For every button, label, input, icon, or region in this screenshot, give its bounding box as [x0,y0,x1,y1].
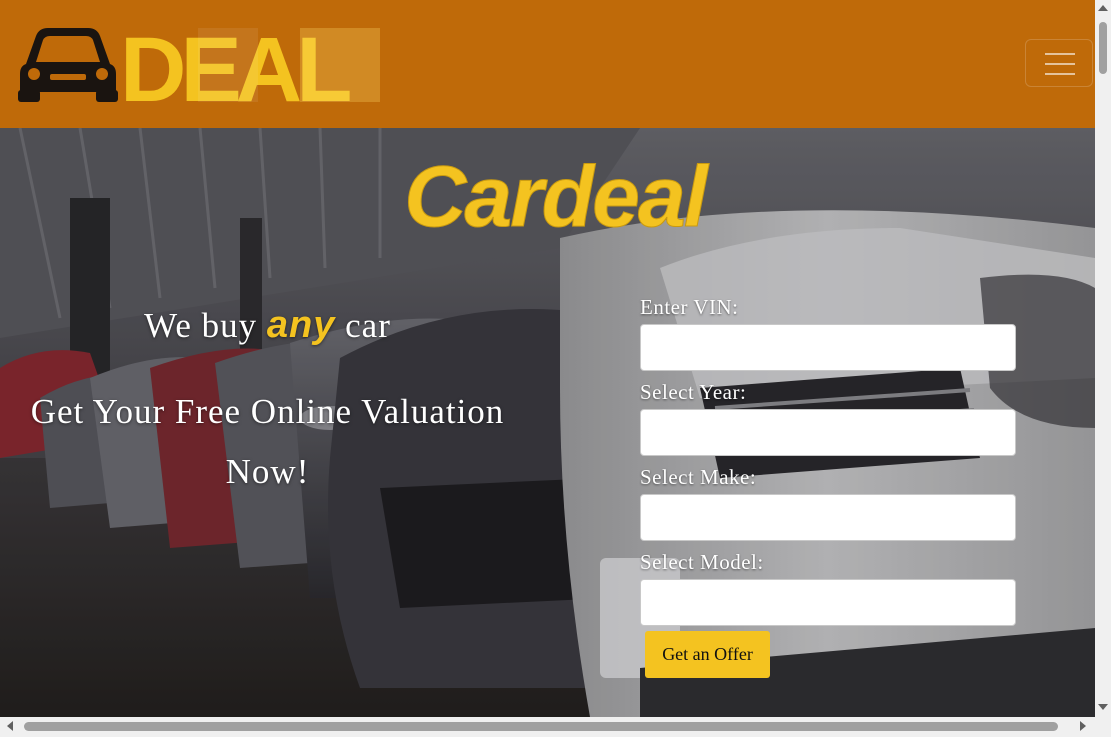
vin-input[interactable] [640,324,1016,371]
valuation-line-2: Now! [225,452,310,491]
horizontal-scrollbar[interactable] [0,717,1111,737]
get-offer-button[interactable]: Get an Offer [645,631,770,678]
site-logo[interactable]: DEAL [12,24,392,104]
hero-section: Cardeal We buy any car Get Your Free Onl… [0,128,1095,717]
tagline: We buy any car [0,304,535,347]
tagline-highlight: any [266,304,336,346]
page-viewport: DEAL Cardeal We buy any car Get Your Fre… [0,0,1095,717]
year-input[interactable] [640,409,1016,456]
vertical-scrollbar-thumb[interactable] [1099,22,1107,74]
horizontal-scrollbar-thumb[interactable] [24,722,1058,731]
valuation-line-1: Get Your Free Online Valuation [30,392,505,431]
navbar: DEAL [0,0,1095,128]
logo-wordmark: DEAL [120,24,380,104]
make-label: Select Make: [640,465,757,489]
vin-label: Enter VIN: [640,295,739,319]
year-label: Select Year: [640,380,747,404]
make-input[interactable] [640,494,1016,541]
navbar-toggler-button[interactable] [1025,39,1093,87]
tagline-before: We buy [144,306,258,345]
model-input[interactable] [640,579,1016,626]
brand-title: Cardeal [404,149,713,239]
scroll-right-arrow-icon[interactable] [1080,721,1086,731]
scroll-left-arrow-icon[interactable] [7,721,13,731]
tagline-after: car [345,306,391,345]
svg-text:Cardeal: Cardeal [404,149,710,238]
offer-form: Enter VIN: Select Year: Select Make: Sel… [640,290,1020,678]
vertical-scrollbar[interactable] [1095,0,1111,717]
scroll-down-arrow-icon[interactable] [1098,704,1108,710]
scroll-up-arrow-icon[interactable] [1098,5,1108,11]
car-icon [18,28,118,102]
model-label: Select Model: [640,550,764,574]
valuation-heading: Get Your Free Online Valuation Now! [20,382,515,502]
